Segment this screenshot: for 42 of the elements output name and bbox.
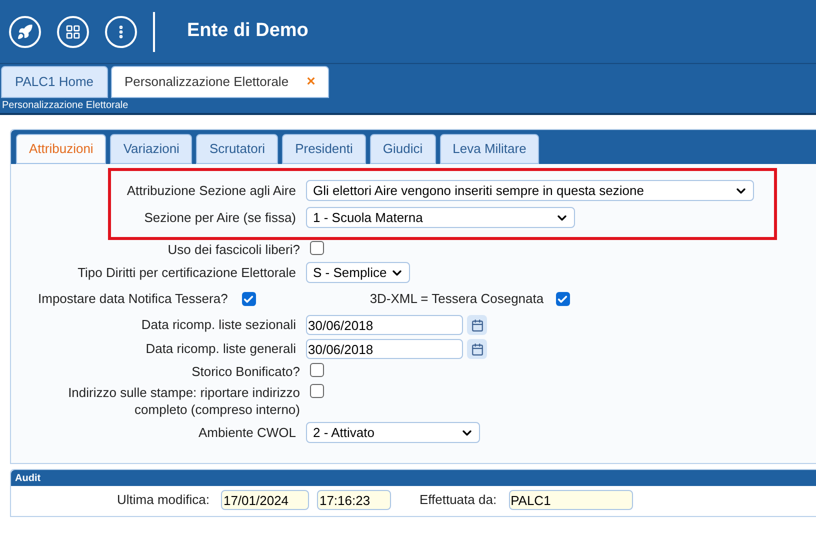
field-label: Sezione per Aire (se fissa) <box>144 208 296 227</box>
field-label: Data ricomp. liste generali <box>146 340 296 358</box>
rocket-icon[interactable] <box>9 16 41 48</box>
dropdown[interactable]: 1 - Scuola Materna <box>306 207 575 228</box>
date-field[interactable]: 17/01/2024 <box>221 490 310 510</box>
time-field[interactable]: 17:16:23 <box>317 490 392 510</box>
checkbox[interactable] <box>310 363 324 377</box>
field-label: Indirizzo sulle stampe: riportare indirizzo completo (compreso interno) <box>67 384 300 418</box>
field-label: Impostare data Notifica Tessera? <box>38 290 228 308</box>
page-tab[interactable]: PALC1 Home <box>1 66 108 98</box>
calendar-icon[interactable] <box>467 339 487 359</box>
checkbox[interactable] <box>556 292 570 306</box>
grid-icon[interactable] <box>57 16 89 48</box>
date-field[interactable]: 30/06/2018 <box>306 315 463 335</box>
field-label: 3D-XML = Tessera Cosegnata <box>370 291 544 306</box>
field-label: Storico Bonificato? <box>190 363 300 380</box>
field-label: Tipo Diritti per certificazione Elettorale <box>78 264 296 282</box>
app-title: Ente di Demo <box>187 19 308 44</box>
field-label: Uso dei fascicoli liberi? <box>166 241 300 258</box>
form-tab[interactable]: Giudici <box>370 134 436 164</box>
page-tab[interactable]: Personalizzazione Elettorale × <box>110 66 330 98</box>
more-icon[interactable] <box>105 16 137 48</box>
breadcrumb: Personalizzazione Elettorale <box>2 99 128 113</box>
calendar-icon[interactable] <box>467 315 487 335</box>
checkbox[interactable] <box>310 384 324 398</box>
date-field[interactable]: 30/06/2018 <box>306 339 463 359</box>
audit-title: Audit <box>15 472 41 486</box>
checkbox[interactable] <box>242 292 256 306</box>
checkbox[interactable] <box>310 241 324 255</box>
field-label: Data ricomp. liste sezionali <box>141 316 296 334</box>
form-tab[interactable]: Leva Militare <box>440 134 540 164</box>
form-tab[interactable]: Variazioni <box>110 134 192 164</box>
user-field[interactable]: PALC1 <box>508 490 633 510</box>
field-label: Attribuzione Sezione agli Aire <box>126 182 296 200</box>
dropdown[interactable]: 2 - Attivato <box>306 422 480 443</box>
field-label: Ultima modifica: <box>117 491 210 510</box>
field-label: Effettuata da: <box>419 491 497 510</box>
form-tab[interactable]: Scrutatori <box>196 134 278 164</box>
form-tab[interactable]: Presidenti <box>282 134 366 164</box>
dropdown[interactable]: Gli elettori Aire vengono inseriti sempre in questa sezione <box>306 180 754 201</box>
dropdown[interactable]: S - Semplice <box>306 262 410 283</box>
field-label: Ambiente CWOL <box>198 424 296 442</box>
